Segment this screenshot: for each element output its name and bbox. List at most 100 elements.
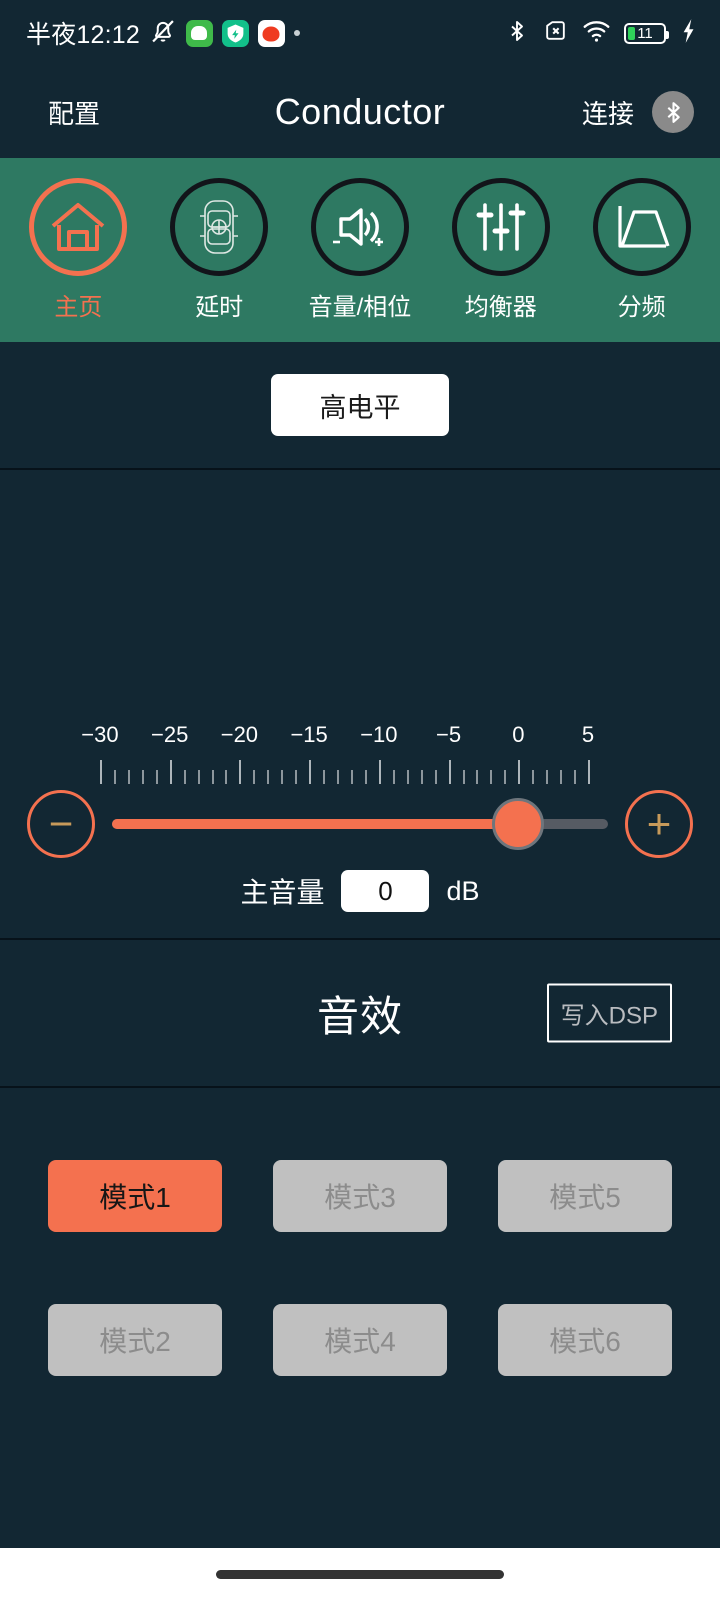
mode-button-1[interactable]: 模式1	[48, 1160, 222, 1232]
settings-link[interactable]: 配置	[48, 94, 100, 131]
connect-group: 连接	[582, 91, 694, 133]
tick-minor	[504, 770, 507, 784]
tick-major	[588, 760, 591, 784]
mode-button-5[interactable]: 模式5	[498, 1160, 672, 1232]
tick-minor	[155, 770, 158, 784]
volume-scale-ticks	[86, 758, 602, 784]
tick-minor	[434, 770, 437, 784]
mode-button-6[interactable]: 模式6	[498, 1304, 672, 1376]
charging-bolt-icon	[679, 18, 698, 49]
volume-input[interactable]	[341, 870, 430, 912]
scale-label: −15	[290, 722, 328, 747]
home-icon	[29, 178, 128, 276]
app-alert-icon	[257, 19, 285, 47]
slider-track-fill	[112, 819, 519, 829]
app-header: 配置 Conductor 连接	[0, 66, 720, 158]
tick-major	[448, 760, 451, 784]
tick-minor	[560, 770, 563, 784]
tick-minor	[364, 770, 367, 784]
tick-minor	[127, 770, 130, 784]
tab-equalizer[interactable]: 均衡器	[435, 178, 567, 322]
tick-minor	[532, 770, 535, 784]
mode-row: 模式2 模式4 模式6	[48, 1304, 672, 1376]
tick-minor	[281, 770, 284, 784]
volume-label: 主音量	[240, 877, 325, 908]
mode-button-4[interactable]: 模式4	[273, 1304, 447, 1376]
equalizer-icon	[451, 178, 550, 276]
volume-scale-labels: −30 −25 −20 −15 −10 −5 0 5	[81, 722, 602, 752]
tick-minor	[462, 770, 465, 784]
status-bar: 半夜12:12 11	[0, 0, 720, 66]
gesture-pill[interactable]	[216, 1569, 504, 1579]
tick-minor	[476, 770, 479, 784]
status-time: 半夜12:12	[26, 21, 140, 49]
tick-minor	[253, 770, 256, 784]
volume-increase-button[interactable]: +	[625, 790, 693, 858]
write-dsp-button[interactable]: 写入DSP	[546, 983, 672, 1043]
volume-decrease-button[interactable]: −	[27, 790, 95, 858]
tab-volume-phase[interactable]: 音量/相位	[294, 178, 426, 322]
volume-unit: dB	[446, 875, 480, 906]
volume-section: −30 −25 −20 −15 −10 −5 0 5 − + 主音量 dB	[0, 470, 720, 940]
scale-label: 0	[512, 722, 525, 747]
tab-delay[interactable]: 延时	[153, 178, 285, 322]
tick-minor	[141, 770, 144, 784]
mode-row: 模式1 模式3 模式5	[48, 1160, 672, 1232]
car-delay-icon	[170, 178, 269, 276]
scale-label: −10	[360, 722, 398, 747]
scale-label: −30	[81, 722, 119, 747]
bluetooth-icon[interactable]	[652, 91, 694, 133]
scale-label: −25	[151, 722, 189, 747]
tick-minor	[420, 770, 423, 784]
tab-equalizer-label: 均衡器	[464, 294, 537, 321]
no-sim-icon	[542, 18, 569, 48]
tick-minor	[295, 770, 298, 784]
tick-minor	[337, 770, 340, 784]
volume-readout: 主音量 dB	[0, 870, 720, 912]
effects-header: 音效 写入DSP	[0, 940, 720, 1088]
tab-home[interactable]: 主页	[12, 178, 144, 322]
tick-minor	[113, 770, 116, 784]
tick-minor	[350, 770, 353, 784]
crossover-icon	[592, 178, 691, 276]
source-section: 高电平	[0, 342, 720, 470]
tick-minor	[267, 770, 270, 784]
mode-button-2[interactable]: 模式2	[48, 1304, 222, 1376]
volume-scale: −30 −25 −20 −15 −10 −5 0 5	[81, 722, 602, 784]
app-root: 半夜12:12 11 配置 Conductor 连接 主页 延时 音量/相位 均…	[0, 0, 720, 1600]
status-bar-left: 半夜12:12	[26, 15, 300, 51]
tab-crossover-label: 分频	[617, 294, 666, 321]
battery-level: 11	[637, 24, 653, 42]
tick-major	[518, 760, 521, 784]
scale-label: −20	[220, 722, 259, 747]
mode-button-3[interactable]: 模式3	[273, 1160, 447, 1232]
source-level-button[interactable]: 高电平	[271, 374, 449, 436]
system-gesture-area	[0, 1548, 720, 1600]
status-bar-right: 11	[505, 18, 698, 49]
modes-section: 模式1 模式3 模式5 模式2 模式4 模式6	[0, 1088, 720, 1548]
tick-minor	[225, 770, 228, 784]
volume-slider[interactable]	[112, 794, 608, 854]
silent-bell-icon	[149, 17, 177, 50]
volume-slider-row: − +	[0, 790, 720, 858]
tick-minor	[490, 770, 493, 784]
speaker-icon	[310, 178, 409, 276]
tick-major	[378, 760, 381, 784]
connect-link[interactable]: 连接	[582, 94, 634, 131]
app-android-icon	[185, 19, 213, 47]
slider-thumb[interactable]	[492, 798, 545, 850]
more-dot-icon	[293, 30, 300, 36]
tick-minor	[574, 770, 577, 784]
tick-minor	[546, 770, 549, 784]
tab-crossover[interactable]: 分频	[576, 178, 708, 322]
tab-home-label: 主页	[54, 294, 103, 321]
tab-delay-label: 延时	[195, 294, 244, 321]
tick-minor	[392, 770, 395, 784]
tick-major	[169, 760, 172, 784]
tick-minor	[197, 770, 200, 784]
battery-icon: 11	[624, 22, 669, 44]
tick-minor	[406, 770, 409, 784]
scale-label: 5	[581, 722, 595, 747]
app-shield-icon	[221, 19, 249, 47]
tick-major	[239, 760, 242, 784]
